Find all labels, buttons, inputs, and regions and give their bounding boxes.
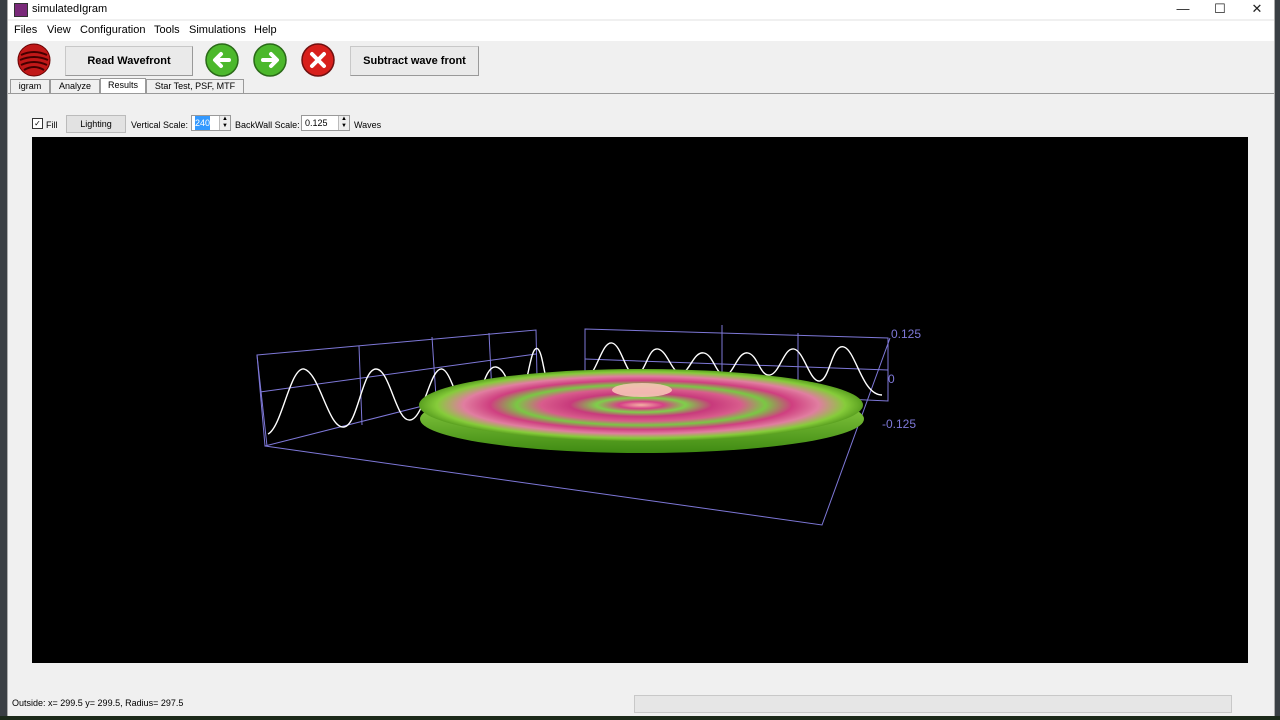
menu-help[interactable]: Help — [254, 24, 277, 36]
tab-star-test[interactable]: Star Test, PSF, MTF — [146, 79, 244, 93]
maximize-button[interactable]: ☐ — [1201, 0, 1239, 19]
wavefront-logo-icon[interactable] — [17, 43, 51, 77]
status-text: Outside: x= 299.5 y= 299.5, Radius= 297.… — [12, 698, 184, 708]
fill-label: Fill — [46, 120, 58, 130]
surface-center-highlight — [612, 383, 672, 397]
toolbar: Read Wavefront Subtract wave front — [8, 41, 1274, 79]
lighting-button[interactable]: Lighting — [66, 115, 126, 133]
axis-label-mid: 0 — [888, 372, 895, 386]
delete-x-icon[interactable] — [301, 43, 335, 77]
backwall-scale-spinbox[interactable]: 0.125 ▲ ▼ — [301, 115, 350, 131]
units-label: Waves — [354, 120, 382, 130]
close-window-button[interactable]: ✕ — [1238, 0, 1276, 19]
minimize-button[interactable]: — — [1164, 0, 1202, 19]
vertical-scale-label: Vertical Scale: — [131, 120, 189, 130]
backwall-scale-label: BackWall Scale: — [235, 120, 300, 130]
spin-arrows-icon[interactable]: ▲ ▼ — [219, 116, 230, 130]
tab-analyze[interactable]: Analyze — [50, 79, 100, 93]
backwall-scale-value[interactable]: 0.125 — [305, 116, 328, 130]
tab-strip: igram Analyze Results Star Test, PSF, MT… — [8, 78, 1274, 94]
menu-view[interactable]: View — [47, 24, 71, 36]
tab-igram[interactable]: igram — [10, 79, 50, 93]
desktop-background — [0, 0, 7, 720]
menu-tools[interactable]: Tools — [154, 24, 180, 36]
window-title: simulatedIgram — [32, 3, 108, 15]
back-arrow-icon[interactable] — [205, 43, 239, 77]
app-window: simulatedIgram — ☐ ✕ Files View Configur… — [7, 0, 1275, 716]
forward-arrow-icon[interactable] — [253, 43, 287, 77]
menu-simulations[interactable]: Simulations — [189, 24, 246, 36]
vertical-scale-spinbox[interactable]: 240 ▲ ▼ — [191, 115, 231, 131]
subtract-wavefront-button[interactable]: Subtract wave front — [350, 46, 479, 76]
axis-label-top: 0.125 — [891, 327, 921, 341]
axis-label-bottom: -0.125 — [882, 417, 916, 431]
read-wavefront-button[interactable]: Read Wavefront — [65, 46, 193, 76]
title-bar: simulatedIgram — ☐ ✕ — [8, 0, 1274, 19]
menu-configuration[interactable]: Configuration — [80, 24, 145, 36]
desktop-taskbar — [0, 716, 1280, 720]
surface-rings — [419, 369, 863, 441]
menu-bar: Files View Configuration Tools Simulatio… — [8, 21, 1274, 41]
fill-checkbox[interactable]: ✓ — [32, 118, 43, 129]
vertical-scale-value[interactable]: 240 — [195, 116, 211, 130]
surface-plot-svg[interactable]: 0.125 0 -0.125 — [32, 137, 1248, 663]
menu-files[interactable]: Files — [14, 24, 37, 36]
app-icon — [14, 3, 28, 17]
3d-surface-plot[interactable]: 0.125 0 -0.125 — [32, 137, 1248, 663]
status-bar: Outside: x= 299.5 y= 299.5, Radius= 297.… — [8, 690, 1274, 716]
tab-results[interactable]: Results — [100, 78, 146, 93]
progress-bar — [634, 695, 1232, 713]
spin-arrows-icon[interactable]: ▲ ▼ — [338, 116, 349, 130]
results-panel: ✓ Fill Lighting Vertical Scale: 240 ▲ ▼ B… — [9, 94, 1271, 688]
